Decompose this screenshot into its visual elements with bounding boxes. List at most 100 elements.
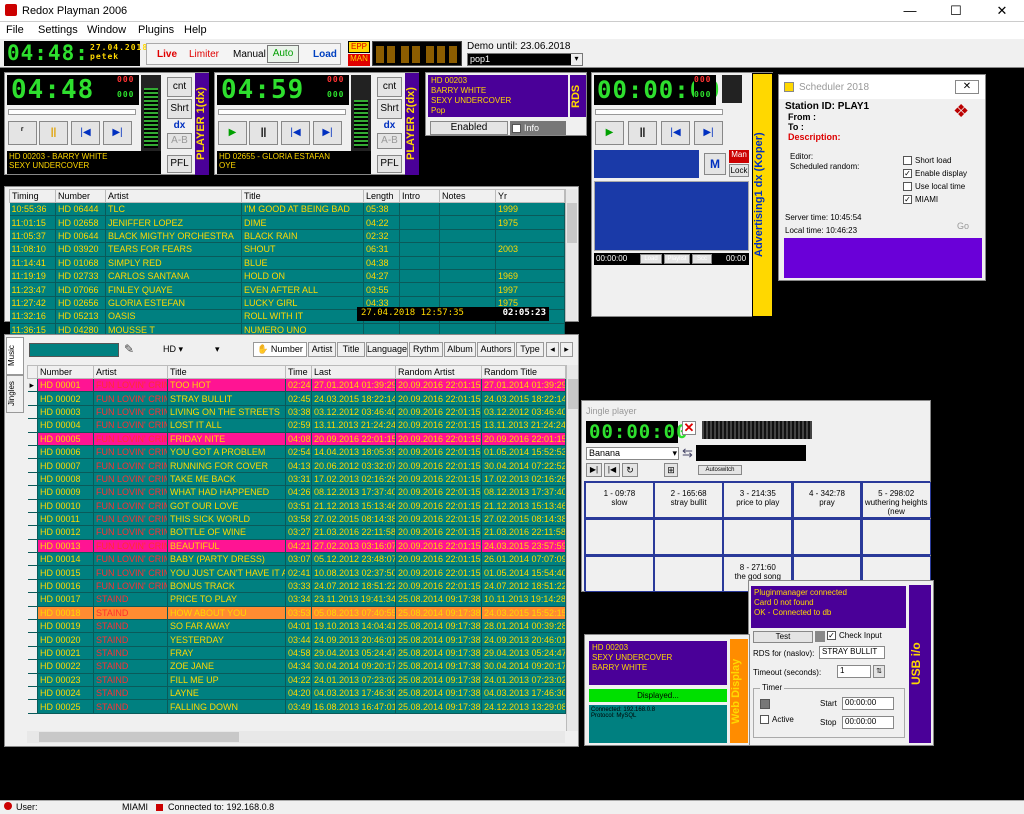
library-row[interactable]: HD 00016 FUN LOVIN' CRIMI BONUS TRACK 03:33…: [27, 579, 566, 594]
log-col-header[interactable]: Title: [241, 189, 364, 203]
auto-button[interactable]: Auto: [267, 45, 299, 63]
tab-language[interactable]: Language: [366, 342, 408, 357]
library-row[interactable]: HD 00019 STAIND SO FAR AWAY 04:01 19.10.2013…: [27, 619, 566, 634]
player1-cue-button[interactable]: ⸢: [8, 121, 37, 145]
adv-playlist-button[interactable]: Playlist: [664, 254, 690, 264]
close-button[interactable]: ✕: [979, 0, 1024, 22]
library-row[interactable]: HD 00011 FUN LOVIN' CRIMI THIS SICK WORLD 0…: [27, 512, 566, 527]
player1-next-button[interactable]: ▶|: [103, 121, 132, 145]
log-row[interactable]: 11:08:10 HD 03920 TEARS FOR FEARS SHOUT 06:3…: [9, 242, 565, 257]
miami-checkbox[interactable]: ✓: [903, 195, 912, 205]
log-col-header[interactable]: Artist: [105, 189, 242, 203]
menu-settings[interactable]: Settings: [38, 24, 78, 36]
player2-play-button[interactable]: ▶: [218, 121, 247, 145]
library-hscrollbar[interactable]: [27, 731, 565, 743]
tab-album[interactable]: Album: [444, 342, 476, 357]
adv-man-badge[interactable]: Man: [729, 150, 749, 163]
log-row[interactable]: 11:23:47 HD 07066 FINLEY QUAYE EVEN AFTER A…: [9, 282, 565, 297]
adv-list[interactable]: [594, 181, 749, 251]
tab-scroll-right-icon[interactable]: ▸: [560, 342, 573, 357]
adv-load-button[interactable]: Load: [640, 254, 662, 264]
scheduler-go-button[interactable]: Go: [957, 221, 969, 231]
log-col-header[interactable]: Yr: [495, 189, 565, 203]
rds-info-toggle[interactable]: Info: [510, 121, 566, 135]
library-search-input[interactable]: [29, 343, 119, 357]
adv-next-button[interactable]: ▶|: [694, 121, 723, 145]
player2-ab-button[interactable]: A-B: [377, 133, 402, 149]
usb-rds-input[interactable]: STRAY BULLIT: [819, 646, 885, 659]
local-time-checkbox[interactable]: [903, 182, 912, 192]
jingle-cell[interactable]: 1 - 09:78 slow: [585, 482, 654, 519]
library-col-header[interactable]: Time: [285, 365, 312, 379]
jingle-cell[interactable]: [585, 555, 654, 592]
jingle-cell[interactable]: [723, 518, 793, 556]
jingle-swap-icon[interactable]: ⇆: [682, 445, 693, 461]
chevron-down-icon[interactable]: ▾: [571, 54, 582, 65]
jingle-grid-icon[interactable]: ⊞: [664, 463, 678, 477]
library-row[interactable]: HD 00007 FUN LOVIN' CRIMI RUNNING FOR COVE…: [27, 458, 566, 473]
library-row[interactable]: HD 00022 STAIND ZOE JANE 04:34 30.04.2014 09…: [27, 659, 566, 674]
menu-file[interactable]: File: [6, 24, 24, 36]
library-col-header[interactable]: Artist: [93, 365, 168, 379]
jingle-autoswitch-button[interactable]: Autoswitch: [698, 465, 742, 475]
log-row[interactable]: 10:55:36 HD 06444 TLC I'M GOOD AT BEING BAD…: [9, 202, 565, 217]
manual-button[interactable]: Manual: [233, 49, 266, 60]
player2-prev-button[interactable]: |◀: [281, 121, 310, 145]
player2-pause-button[interactable]: ||: [249, 121, 278, 145]
library-col-header[interactable]: Title: [167, 365, 286, 379]
library-row[interactable]: HD 00017 STAIND PRICE TO PLAY 03:34 23.11.20…: [27, 592, 566, 607]
usb-test-button[interactable]: Test: [753, 631, 813, 643]
library-row[interactable]: HD 00015 FUN LOVIN' CRIMI YOU JUST CAN'T H…: [27, 565, 566, 580]
library-row[interactable]: HD 00018 STAIND HOW ABOUT YOU 03:53 05.08.20…: [27, 606, 566, 621]
library-row[interactable]: HD 00003 FUN LOVIN' CRIMI LIVING ON THE ST…: [27, 405, 566, 420]
tab-title[interactable]: Title: [337, 342, 365, 357]
enable-display-checkbox[interactable]: ✓: [903, 169, 912, 179]
library-row[interactable]: HD 00010 FUN LOVIN' CRIMI GOT OUR LOVE 03:5…: [27, 499, 566, 513]
search-brush-icon[interactable]: ✎: [124, 342, 134, 356]
library-col-header[interactable]: Random Artist: [395, 365, 482, 379]
tab-authors[interactable]: Authors: [477, 342, 515, 357]
tab-scroll-left-icon[interactable]: ◂: [546, 342, 559, 357]
usb-check-input-checkbox[interactable]: ✓: [827, 631, 836, 641]
library-row[interactable]: ▸ HD 00001 FUN LOVIN' CRIMI TOO HOT 02:24 27.…: [27, 378, 566, 393]
tab-rythm[interactable]: Rythm: [409, 342, 443, 357]
maximize-button[interactable]: ☐: [933, 0, 979, 22]
miami-option[interactable]: ✓ MIAMI: [903, 195, 938, 205]
library-filter-select[interactable]: HD ▾: [163, 344, 183, 355]
library-row[interactable]: HD 00004 FUN LOVIN' CRIMI LOST IT ALL 02:59…: [27, 418, 566, 433]
jingle-cell[interactable]: 4 - 342:78 pray: [792, 482, 862, 519]
jingle-play-icon[interactable]: ▶|: [586, 463, 602, 477]
jingle-cell[interactable]: 5 - 298:02 wuthering heights (new: [861, 482, 931, 519]
limiter-button[interactable]: Limiter: [189, 49, 219, 60]
player1-pfl-button[interactable]: PFL: [167, 155, 192, 173]
short-load-option[interactable]: Short load: [903, 156, 951, 166]
usb-timeout-stepper-icon[interactable]: ⇅: [873, 665, 885, 678]
library-row[interactable]: HD 00009 FUN LOVIN' CRIMI WHAT HAD HAPPENE…: [27, 485, 566, 500]
jingle-cell[interactable]: [585, 518, 654, 556]
library-filter-dropdown-icon[interactable]: ▾: [215, 344, 220, 355]
scheduler-close-icon[interactable]: ✕: [955, 80, 979, 94]
library-row[interactable]: HD 00006 FUN LOVIN' CRIMI YOU GOT A PROBLE…: [27, 445, 566, 460]
menu-plugins[interactable]: Plugins: [138, 24, 174, 36]
log-row[interactable]: 11:14:41 HD 01068 SIMPLY RED BLUE 04:38: [9, 256, 565, 270]
music-side-tab[interactable]: Music: [6, 337, 24, 375]
menu-window[interactable]: Window: [87, 24, 126, 36]
chevron-down-icon[interactable]: ▾: [672, 448, 677, 459]
player2-next-button[interactable]: ▶|: [313, 121, 342, 145]
jingle-set-select[interactable]: Banana ▾: [586, 447, 679, 460]
playlist-select[interactable]: pop1 ▾: [467, 53, 583, 66]
enable-display-option[interactable]: ✓ Enable display: [903, 169, 967, 179]
player2-pfl-button[interactable]: PFL: [377, 155, 402, 173]
jingle-cell[interactable]: 3 - 214:35 price to play: [723, 482, 793, 519]
player1-ab-button[interactable]: A-B: [167, 133, 192, 149]
log-scrollbar[interactable]: [565, 189, 577, 321]
player2-shrt-button[interactable]: Shrt: [377, 99, 402, 119]
menu-help[interactable]: Help: [184, 24, 207, 36]
adv-m-button[interactable]: M: [704, 153, 726, 175]
library-row[interactable]: HD 00012 FUN LOVIN' CRIMI BOTTLE OF WINE 03…: [27, 525, 566, 540]
library-vscrollbar[interactable]: [566, 365, 578, 731]
log-col-header[interactable]: Intro: [399, 189, 440, 203]
jingle-cell[interactable]: [654, 518, 723, 556]
adv-seek-bar[interactable]: [595, 109, 723, 115]
library-col-header[interactable]: Random Title: [481, 365, 566, 379]
